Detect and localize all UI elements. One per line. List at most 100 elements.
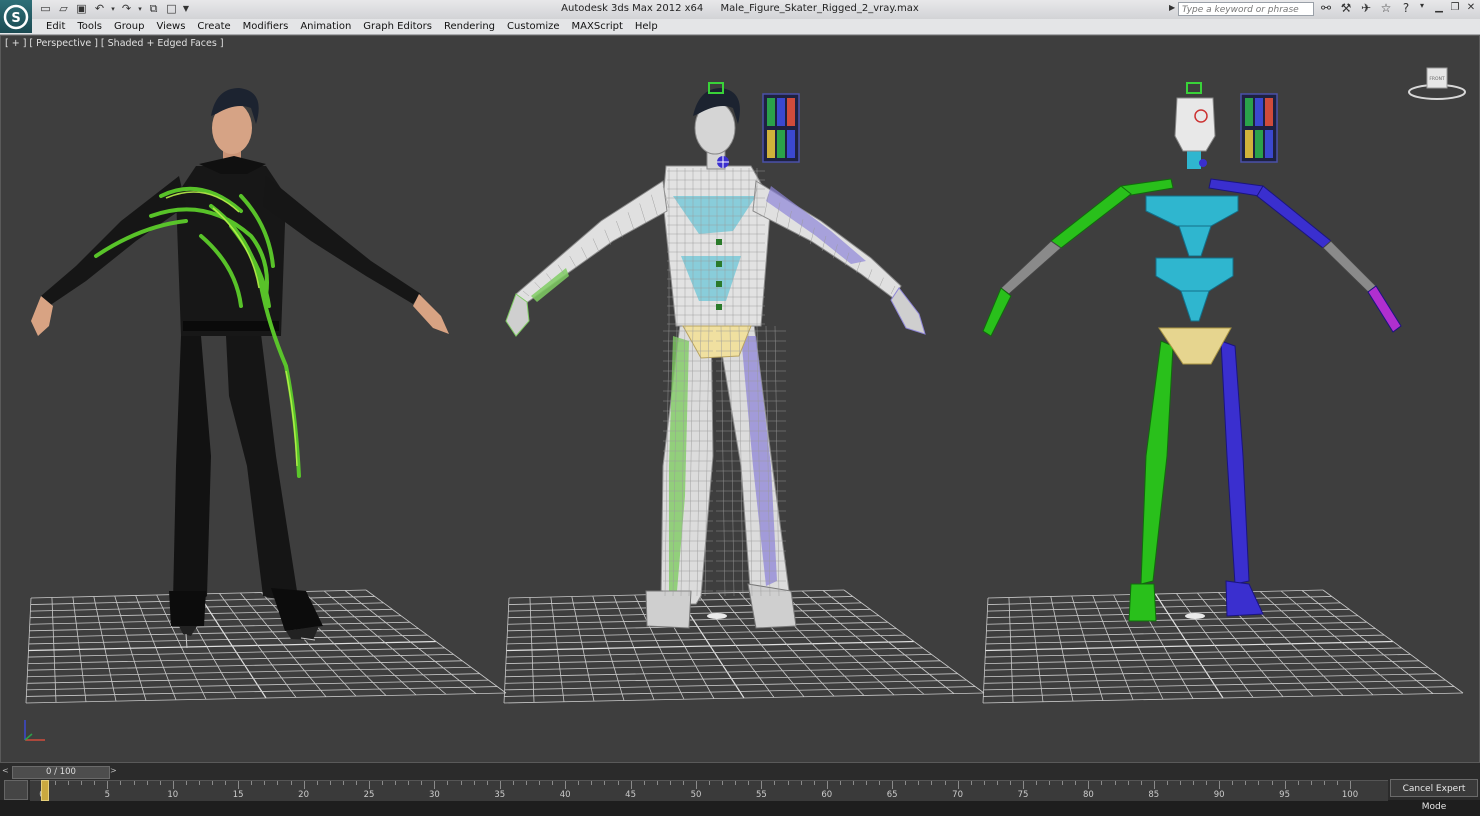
axis-tripod-icon bbox=[24, 720, 45, 741]
tools-icon[interactable]: ⚒ bbox=[1338, 1, 1354, 15]
track-bar-tick bbox=[499, 781, 501, 789]
track-bar-tick bbox=[839, 781, 841, 785]
grid-line bbox=[843, 589, 985, 694]
app-logo-icon: S bbox=[3, 4, 29, 29]
communication-icon[interactable]: ✈ bbox=[1358, 1, 1374, 15]
current-frame-marker[interactable] bbox=[41, 780, 49, 801]
app-logo-button[interactable]: S bbox=[0, 0, 32, 33]
grid-line bbox=[801, 590, 925, 695]
textured-skater-model[interactable] bbox=[31, 88, 449, 649]
grid-line bbox=[302, 591, 417, 696]
menu-create[interactable]: Create bbox=[191, 20, 236, 34]
biped-skeleton-model[interactable] bbox=[982, 82, 1402, 622]
track-bar-tick bbox=[787, 781, 789, 785]
track-bar[interactable]: 0510152025303540455055606570758085909510… bbox=[30, 780, 1388, 801]
grid-line bbox=[1259, 591, 1374, 696]
track-bar-tick bbox=[434, 781, 436, 789]
close-icon[interactable]: ✕ bbox=[1464, 1, 1478, 15]
grid-line bbox=[344, 590, 477, 694]
track-bar-tick bbox=[1140, 781, 1142, 785]
help-icon[interactable]: ? bbox=[1398, 1, 1414, 15]
track-bar-label: 15 bbox=[232, 790, 244, 800]
track-bar-tick bbox=[382, 781, 384, 785]
minimize-icon[interactable]: ▁ bbox=[1432, 1, 1446, 15]
track-bar-tick bbox=[761, 781, 763, 789]
restore-icon[interactable]: ❐ bbox=[1448, 1, 1462, 15]
grid-line bbox=[25, 692, 507, 704]
facial-control-panel-2[interactable] bbox=[1240, 93, 1278, 163]
track-bar-tick bbox=[251, 781, 253, 785]
menu-animation[interactable]: Animation bbox=[294, 20, 357, 34]
track-bar-tick bbox=[983, 781, 985, 785]
track-bar-tick bbox=[225, 781, 227, 785]
star-icon[interactable]: ☆ bbox=[1378, 1, 1394, 15]
track-bar-tick bbox=[1153, 781, 1155, 789]
track-bar-tick bbox=[1284, 781, 1286, 789]
track-bar-label: 60 bbox=[821, 790, 833, 800]
menu-views[interactable]: Views bbox=[150, 20, 191, 34]
track-bar-label: 55 bbox=[755, 790, 767, 800]
perspective-viewport[interactable]: [ + ] [ Perspective ] [ Shaded + Edged F… bbox=[0, 35, 1480, 763]
prev-frame-button[interactable]: < bbox=[2, 766, 12, 777]
facial-control-panel[interactable] bbox=[762, 93, 800, 163]
track-bar-tick bbox=[552, 781, 554, 785]
track-bar-label: 85 bbox=[1148, 790, 1160, 800]
track-bar-tick bbox=[473, 781, 475, 785]
app-name: Autodesk 3ds Max 2012 x64 bbox=[561, 3, 704, 14]
track-bar-tick bbox=[957, 781, 959, 789]
next-frame-button[interactable]: > bbox=[110, 766, 120, 777]
track-bar-label: 40 bbox=[559, 790, 571, 800]
grid-line bbox=[323, 590, 447, 695]
help-dropdown-icon[interactable]: ▾ bbox=[1418, 1, 1426, 15]
track-bar-tick bbox=[277, 781, 279, 785]
search-expand-icon[interactable]: ▶ bbox=[1169, 3, 1175, 12]
track-bar-tick bbox=[1062, 781, 1064, 785]
track-bar-tick bbox=[264, 781, 266, 785]
info-center-icons: ⚯ ⚒ ✈ ☆ ? ▾ bbox=[1318, 1, 1426, 15]
menu-rendering[interactable]: Rendering bbox=[438, 20, 501, 34]
track-bar-tick bbox=[970, 781, 972, 785]
track-bar-tick bbox=[1323, 781, 1325, 785]
cancel-expert-mode-button[interactable]: Cancel Expert Mode bbox=[1390, 779, 1478, 812]
track-bar-tick bbox=[1114, 781, 1116, 785]
viewport-scene[interactable] bbox=[1, 36, 1479, 762]
track-bar-label: 30 bbox=[428, 790, 440, 800]
time-slider[interactable]: 0 / 100 bbox=[12, 766, 110, 779]
menu-maxscript[interactable]: MAXScript bbox=[566, 20, 629, 34]
track-bar-tick bbox=[1310, 781, 1312, 785]
menu-group[interactable]: Group bbox=[108, 20, 150, 34]
track-bar-tick bbox=[316, 781, 318, 785]
menu-customize[interactable]: Customize bbox=[501, 20, 566, 34]
grid-line bbox=[1301, 590, 1434, 694]
track-bar-tick bbox=[303, 781, 305, 789]
track-bar-tick bbox=[159, 781, 161, 785]
grid-line bbox=[822, 590, 955, 694]
time-slider-area: < 0 / 100 > 0510152025303540455055606570… bbox=[0, 763, 1480, 801]
track-bar-tick bbox=[120, 781, 122, 785]
track-bar-tick bbox=[1075, 781, 1077, 785]
menu-modifiers[interactable]: Modifiers bbox=[237, 20, 295, 34]
track-bar-tick bbox=[486, 781, 488, 785]
menu-edit[interactable]: Edit bbox=[40, 20, 71, 34]
track-bar-tick bbox=[81, 781, 83, 785]
track-bar-tick bbox=[709, 781, 711, 785]
track-bar-tick bbox=[905, 781, 907, 785]
binoculars-icon[interactable]: ⚯ bbox=[1318, 1, 1334, 15]
wireframe-skin-model[interactable] bbox=[505, 82, 926, 629]
track-bar-tick bbox=[866, 781, 868, 785]
track-bar-tick bbox=[722, 781, 724, 785]
track-bar-tick bbox=[238, 781, 240, 789]
track-bar-tick bbox=[172, 781, 174, 789]
track-bar-tick bbox=[1179, 781, 1181, 785]
track-bar-tick bbox=[944, 781, 946, 785]
menu-tools[interactable]: Tools bbox=[71, 20, 108, 34]
track-bar-tick bbox=[591, 781, 593, 785]
menu-graph-editors[interactable]: Graph Editors bbox=[357, 20, 438, 34]
track-bar-tick bbox=[1336, 781, 1338, 785]
search-input[interactable]: Type a keyword or phrase bbox=[1178, 2, 1314, 16]
menu-help[interactable]: Help bbox=[629, 20, 664, 34]
grid-line bbox=[365, 589, 507, 694]
mini-curve-editor-icon[interactable] bbox=[4, 780, 28, 800]
track-bar-tick bbox=[185, 781, 187, 785]
viewcube[interactable]: FRONT bbox=[1407, 66, 1467, 102]
